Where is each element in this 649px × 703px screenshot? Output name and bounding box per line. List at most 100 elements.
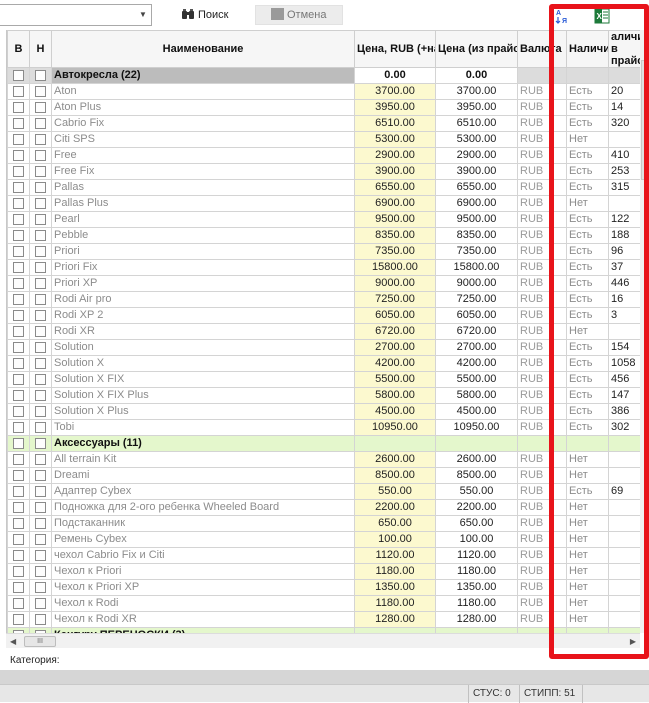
checkbox-b[interactable] bbox=[13, 405, 24, 417]
checkbox-b[interactable] bbox=[13, 245, 24, 257]
horizontal-scrollbar[interactable]: ◀ III ▶ bbox=[6, 633, 640, 648]
checkbox-n[interactable] bbox=[35, 101, 46, 113]
checkbox-n[interactable] bbox=[35, 389, 46, 401]
filter-combobox[interactable]: ▼ bbox=[0, 4, 152, 26]
checkbox-n[interactable] bbox=[35, 229, 46, 241]
col-header-currency[interactable]: Валюта bbox=[517, 30, 567, 68]
table-row[interactable]: All terrain Kit 2600.00 2600.00 RUB Нет bbox=[7, 451, 648, 468]
checkbox-b[interactable] bbox=[13, 597, 24, 609]
checkbox-b[interactable] bbox=[13, 117, 24, 129]
price-cell[interactable]: 9500.00 bbox=[354, 211, 436, 228]
price-cell[interactable]: 2900.00 bbox=[354, 147, 436, 164]
group-row[interactable]: Автокресла (22) 0.00 0.00 bbox=[7, 67, 648, 84]
checkbox-b[interactable] bbox=[13, 341, 24, 353]
checkbox-n[interactable] bbox=[35, 501, 46, 513]
col-header-price[interactable]: Цена, RUB (+наценка) bbox=[354, 30, 436, 68]
table-row[interactable]: Aton Plus 3950.00 3950.00 RUB Есть 14 bbox=[7, 99, 648, 116]
checkbox-b[interactable] bbox=[13, 261, 24, 273]
table-row[interactable]: Solution X 4200.00 4200.00 RUB Есть 1058 bbox=[7, 355, 648, 372]
table-row[interactable]: Чехол к Priori XP 1350.00 1350.00 RUB Нет bbox=[7, 579, 648, 596]
table-row[interactable]: Ремень Cybex 100.00 100.00 RUB Нет bbox=[7, 531, 648, 548]
checkbox-b[interactable] bbox=[13, 437, 24, 449]
checkbox-b[interactable] bbox=[13, 357, 24, 369]
checkbox-n[interactable] bbox=[35, 357, 46, 369]
excel-export-icon[interactable]: X bbox=[594, 8, 610, 24]
price-cell[interactable]: 4500.00 bbox=[354, 403, 436, 420]
table-row[interactable]: Pallas Plus 6900.00 6900.00 RUB Нет bbox=[7, 195, 648, 212]
table-row[interactable]: Solution X FIX 5500.00 5500.00 RUB Есть 456 bbox=[7, 371, 648, 388]
price-cell[interactable]: 4200.00 bbox=[354, 355, 436, 372]
price-cell[interactable]: 550.00 bbox=[354, 483, 436, 500]
checkbox-b[interactable] bbox=[13, 133, 24, 145]
checkbox-n[interactable] bbox=[35, 565, 46, 577]
vertical-scroll-thumb[interactable] bbox=[641, 60, 648, 180]
table-row[interactable]: Pebble 8350.00 8350.00 RUB Есть 188 bbox=[7, 227, 648, 244]
price-cell[interactable]: 6900.00 bbox=[354, 195, 436, 212]
price-cell[interactable]: 6050.00 bbox=[354, 307, 436, 324]
table-row[interactable]: Priori XP 9000.00 9000.00 RUB Есть 446 bbox=[7, 275, 648, 292]
checkbox-n[interactable] bbox=[35, 453, 46, 465]
checkbox-b[interactable] bbox=[13, 293, 24, 305]
checkbox-n[interactable] bbox=[35, 69, 46, 81]
price-cell[interactable]: 6510.00 bbox=[354, 115, 436, 132]
checkbox-n[interactable] bbox=[35, 149, 46, 161]
table-row[interactable]: Rodi XP 2 6050.00 6050.00 RUB Есть 3 bbox=[7, 307, 648, 324]
checkbox-n[interactable] bbox=[35, 181, 46, 193]
table-row[interactable]: чехол Cabrio Fix и Citi 1120.00 1120.00 RUB… bbox=[7, 547, 648, 564]
table-row[interactable]: Подножка для 2-ого ребенка Wheeled Board… bbox=[7, 499, 648, 516]
checkbox-b[interactable] bbox=[13, 325, 24, 337]
price-cell[interactable]: 7350.00 bbox=[354, 243, 436, 260]
col-header-availability[interactable]: Наличие bbox=[566, 30, 609, 68]
checkbox-n[interactable] bbox=[35, 597, 46, 609]
price-cell[interactable]: 8500.00 bbox=[354, 467, 436, 484]
table-row[interactable]: Rodi Air pro 7250.00 7250.00 RUB Есть 16 bbox=[7, 291, 648, 308]
checkbox-b[interactable] bbox=[13, 565, 24, 577]
price-cell[interactable] bbox=[354, 435, 436, 452]
price-cell[interactable]: 10950.00 bbox=[354, 419, 436, 436]
table-row[interactable]: Чехол к Priori 1180.00 1180.00 RUB Нет bbox=[7, 563, 648, 580]
checkbox-b[interactable] bbox=[13, 213, 24, 225]
table-row[interactable]: Aton 3700.00 3700.00 RUB Есть 20 bbox=[7, 83, 648, 100]
checkbox-b[interactable] bbox=[13, 101, 24, 113]
checkbox-b[interactable] bbox=[13, 277, 24, 289]
checkbox-b[interactable] bbox=[13, 501, 24, 513]
scroll-left-icon[interactable]: ◀ bbox=[10, 637, 16, 646]
checkbox-b[interactable] bbox=[13, 373, 24, 385]
checkbox-b[interactable] bbox=[13, 453, 24, 465]
price-cell[interactable]: 6550.00 bbox=[354, 179, 436, 196]
price-cell[interactable]: 650.00 bbox=[354, 515, 436, 532]
price-cell[interactable]: 8350.00 bbox=[354, 227, 436, 244]
checkbox-b[interactable] bbox=[13, 165, 24, 177]
table-row[interactable]: Чехол к Rodi 1180.00 1180.00 RUB Нет bbox=[7, 595, 648, 612]
col-header-price-list[interactable]: Цена (из прайс-листа) bbox=[435, 30, 518, 68]
checkbox-n[interactable] bbox=[35, 437, 46, 449]
table-row[interactable]: Pearl 9500.00 9500.00 RUB Есть 122 bbox=[7, 211, 648, 228]
price-cell[interactable]: 1180.00 bbox=[354, 595, 436, 612]
checkbox-n[interactable] bbox=[35, 485, 46, 497]
price-cell[interactable]: 9000.00 bbox=[354, 275, 436, 292]
chevron-down-icon[interactable]: ▼ bbox=[138, 10, 148, 20]
table-row[interactable]: Tobi 10950.00 10950.00 RUB Есть 302 bbox=[7, 419, 648, 436]
table-row[interactable]: Адаптер Cybex 550.00 550.00 RUB Есть 69 bbox=[7, 483, 648, 500]
horizontal-scroll-thumb[interactable]: III bbox=[24, 636, 56, 647]
search-button[interactable]: Поиск bbox=[181, 5, 241, 25]
price-cell[interactable]: 1350.00 bbox=[354, 579, 436, 596]
table-row[interactable]: Free 2900.00 2900.00 RUB Есть 410 bbox=[7, 147, 648, 164]
col-header-n[interactable]: Н bbox=[29, 30, 52, 68]
checkbox-b[interactable] bbox=[13, 485, 24, 497]
col-header-b[interactable]: В bbox=[7, 30, 30, 68]
table-row[interactable]: Rodi XR 6720.00 6720.00 RUB Нет bbox=[7, 323, 648, 340]
cancel-button[interactable]: Отмена bbox=[255, 5, 343, 25]
price-cell[interactable]: 3900.00 bbox=[354, 163, 436, 180]
price-cell[interactable]: 5800.00 bbox=[354, 387, 436, 404]
checkbox-b[interactable] bbox=[13, 85, 24, 97]
checkbox-n[interactable] bbox=[35, 245, 46, 257]
table-row[interactable]: Priori 7350.00 7350.00 RUB Есть 96 bbox=[7, 243, 648, 260]
checkbox-n[interactable] bbox=[35, 469, 46, 481]
checkbox-b[interactable] bbox=[13, 613, 24, 625]
checkbox-b[interactable] bbox=[13, 229, 24, 241]
price-cell[interactable]: 100.00 bbox=[354, 531, 436, 548]
table-row[interactable]: Подстаканник 650.00 650.00 RUB Нет bbox=[7, 515, 648, 532]
price-cell[interactable]: 1280.00 bbox=[354, 611, 436, 628]
table-row[interactable]: Solution X FIX Plus 5800.00 5800.00 RUB Есть… bbox=[7, 387, 648, 404]
